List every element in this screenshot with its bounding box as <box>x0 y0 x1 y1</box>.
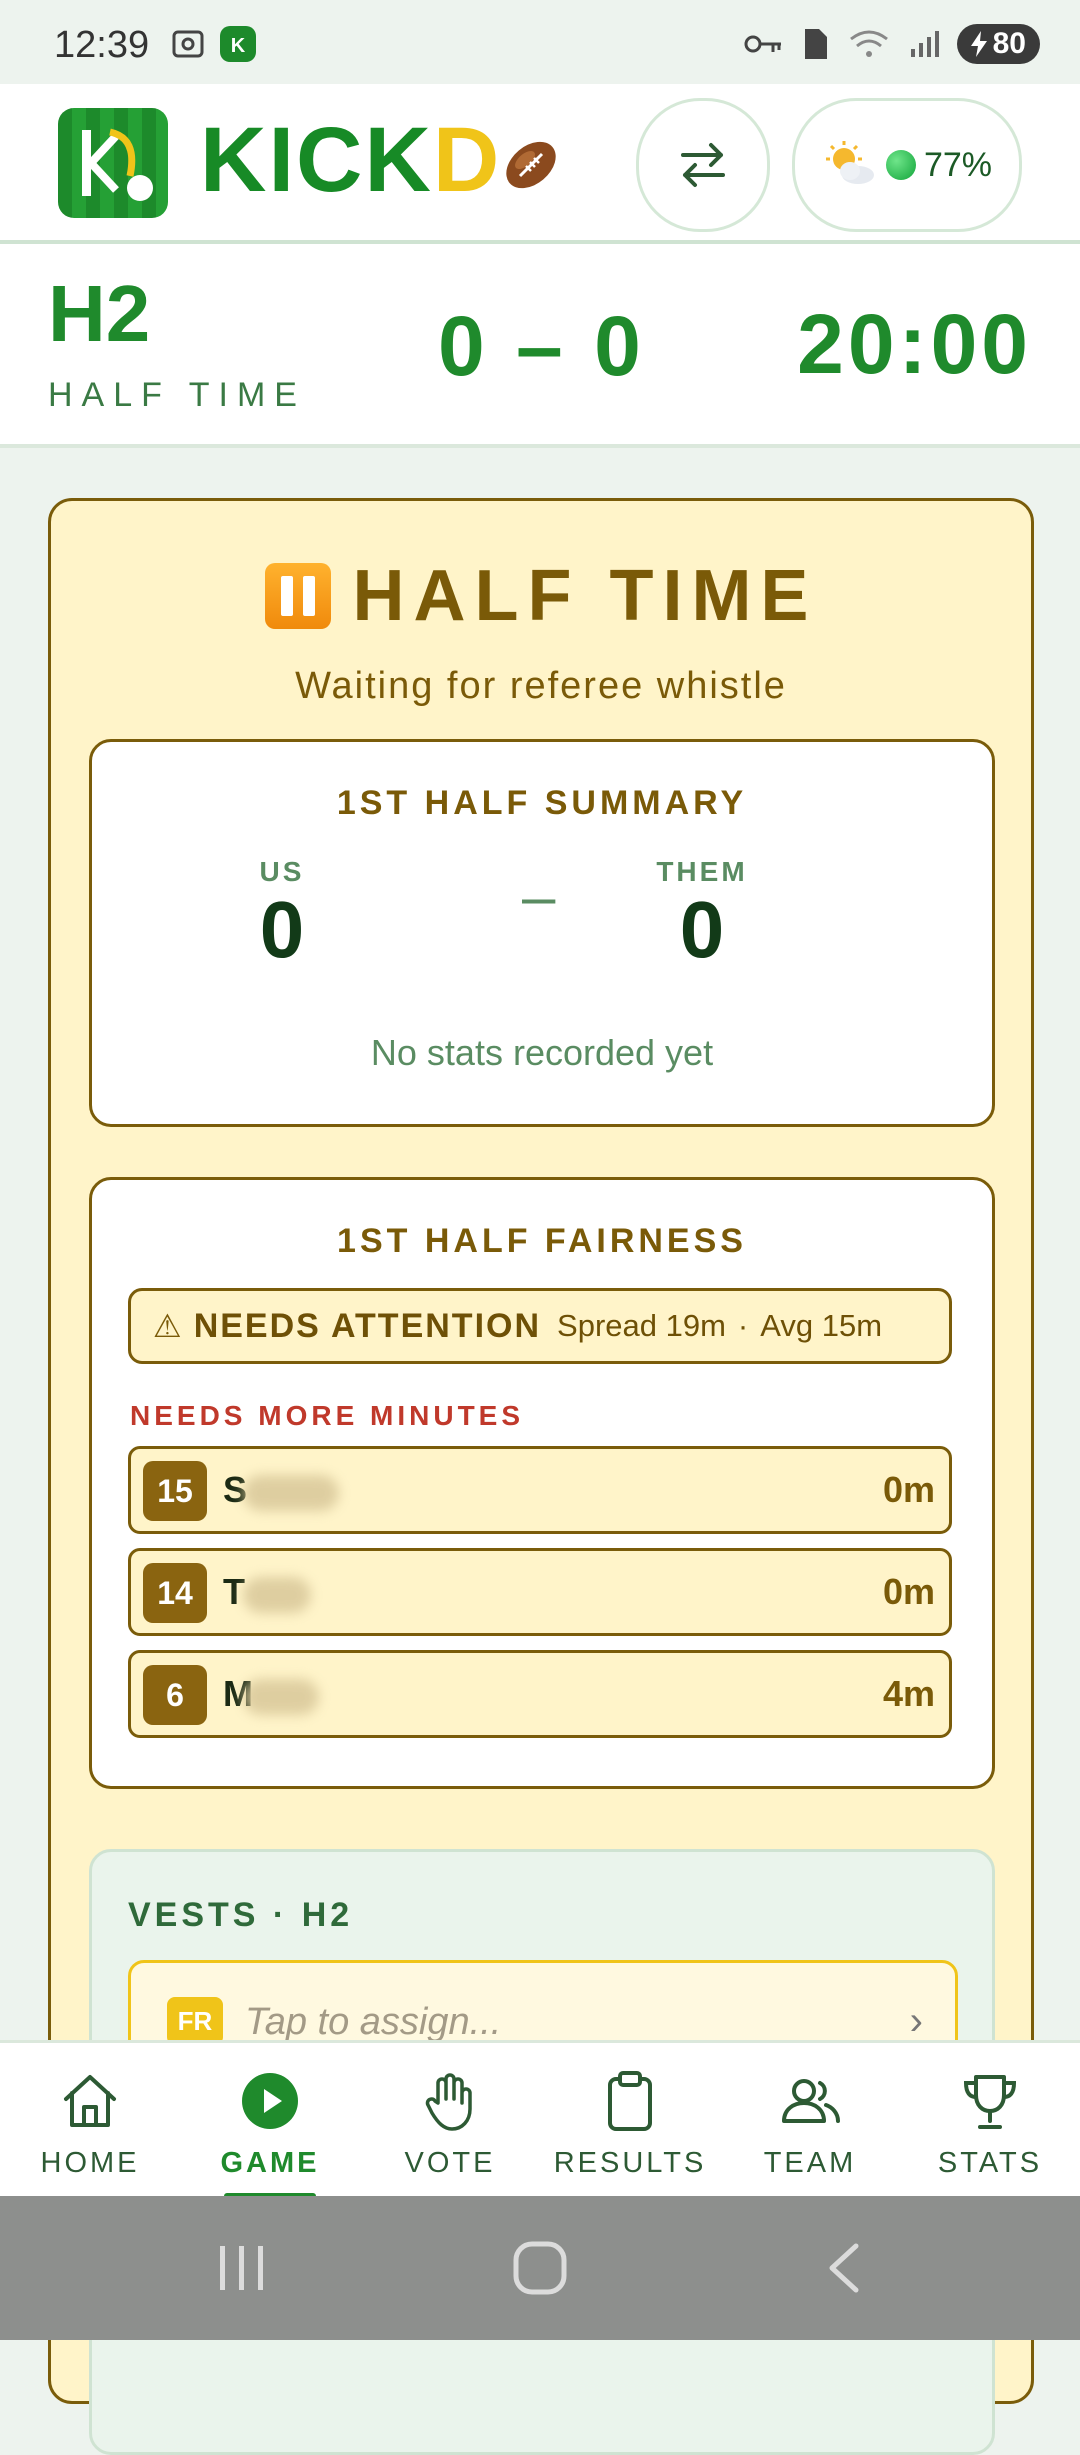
player-row[interactable]: 15 S 0m <box>128 1446 952 1534</box>
them-score: 0 <box>679 885 725 974</box>
nav-label: HOME <box>40 2147 140 2179</box>
brand-main: KICK <box>200 109 433 211</box>
player-row[interactable]: 14 T 0m <box>128 1548 952 1636</box>
fairness-dot: · <box>737 1308 749 1343</box>
sim-icon <box>804 29 827 59</box>
first-half-fairness-card: 1ST HALF FAIRNESS ⚠ NEEDS ATTENTION Spre… <box>89 1177 995 1789</box>
charging-icon <box>970 31 987 57</box>
vest-placeholder: Tap to assign... <box>245 2001 502 2043</box>
battery-indicator: 80 <box>956 24 1040 64</box>
player-row[interactable]: 6 M 4m <box>128 1650 952 1738</box>
warning-icon: ⚠ <box>153 1308 182 1344</box>
football-icon <box>506 141 556 189</box>
team-icon <box>782 2079 840 2123</box>
nav-game[interactable]: GAME <box>180 2043 360 2199</box>
score-display: 0 – 0 <box>438 299 645 393</box>
nav-label: VOTE <box>404 2147 496 2179</box>
us-label: US <box>259 856 305 887</box>
system-navigation-bar <box>0 2196 1080 2340</box>
redacted-name <box>243 1475 339 1511</box>
hand-icon <box>425 2073 472 2131</box>
nav-label: RESULTS <box>553 2147 707 2179</box>
player-name: T <box>223 1571 245 1612</box>
status-time: 12:39 <box>54 24 150 66</box>
status-bar: 12:39 K 80 <box>0 0 1080 84</box>
app-notification-icon: K <box>220 26 256 62</box>
nav-home[interactable]: HOME <box>0 2043 180 2199</box>
brand-wordmark: KICKD <box>200 114 501 206</box>
period-label: H2 <box>48 269 151 358</box>
vest-badge: FR <box>167 1997 223 2045</box>
clipboard-icon <box>608 2071 652 2131</box>
halftime-subtitle: Waiting for referee whistle <box>295 665 787 707</box>
fairness-spread: Spread 19m <box>557 1308 726 1343</box>
swap-icon <box>681 143 725 187</box>
app-header: KICKD 77% <box>0 84 1080 244</box>
home-icon <box>64 2075 116 2127</box>
trophy-icon <box>963 2075 1017 2129</box>
status-dot-icon <box>885 150 916 180</box>
back-icon[interactable] <box>824 2240 864 2296</box>
nav-label: STATS <box>937 2147 1043 2179</box>
svg-text:K: K <box>231 35 246 57</box>
recents-icon[interactable] <box>216 2240 268 2296</box>
fairness-alert: ⚠ NEEDS ATTENTION Spread 19m · Avg 15m <box>128 1288 952 1364</box>
nav-results[interactable]: RESULTS <box>540 2043 720 2199</box>
fairness-status: NEEDS ATTENTION <box>193 1306 542 1345</box>
nav-team[interactable]: TEAM <box>720 2043 900 2199</box>
no-stats-message: No stats recorded yet <box>370 1032 714 1073</box>
signal-icon <box>910 31 939 57</box>
weather-button[interactable]: 77% <box>792 98 1022 232</box>
period-status: HALF TIME <box>48 376 306 414</box>
player-minutes: 0m <box>882 1571 935 1612</box>
home-system-icon[interactable] <box>512 2240 568 2296</box>
halftime-title: HALF TIME <box>352 556 818 636</box>
redacted-name <box>243 1679 319 1715</box>
nav-label: GAME <box>220 2147 320 2179</box>
summary-heading: 1ST HALF SUMMARY <box>336 784 748 822</box>
redacted-name <box>243 1577 311 1613</box>
score-separator: – <box>522 863 556 930</box>
wifi-icon <box>849 30 888 57</box>
vests-heading: VESTS · H2 <box>128 1896 354 1934</box>
jersey-number: 6 <box>143 1665 207 1725</box>
weather-percent: 77% <box>923 145 993 184</box>
pause-icon <box>264 563 331 629</box>
needs-more-minutes-label: NEEDS MORE MINUTES <box>130 1400 525 1431</box>
nav-vote[interactable]: VOTE <box>360 2043 540 2199</box>
nav-label: TEAM <box>763 2147 857 2179</box>
player-minutes: 4m <box>882 1673 935 1714</box>
screenshot-icon <box>172 30 204 58</box>
swap-button[interactable] <box>636 98 770 232</box>
battery-level: 80 <box>992 27 1026 60</box>
game-clock[interactable]: 20:00 <box>797 302 1032 386</box>
jersey-number: 14 <box>143 1563 207 1623</box>
bottom-nav: HOME GAME VOTE RESULTS TEAM STATS <box>0 2040 1080 2199</box>
scoreboard: H2 HALF TIME 0 – 0 20:00 <box>0 244 1080 448</box>
nav-stats[interactable]: STATS <box>900 2043 1080 2199</box>
chevron-right-icon: › <box>909 1999 923 2043</box>
jersey-number: 15 <box>143 1461 207 1521</box>
them-label: THEM <box>656 856 748 887</box>
brand-accent: D <box>432 109 502 211</box>
first-half-summary-card: 1ST HALF SUMMARY US 0 – THEM 0 No stats … <box>89 739 995 1127</box>
key-icon <box>744 35 781 53</box>
play-icon <box>242 2073 298 2129</box>
logo-icon[interactable] <box>58 108 168 218</box>
fairness-avg: Avg 15m <box>760 1308 883 1343</box>
fairness-heading: 1ST HALF FAIRNESS <box>337 1222 747 1260</box>
player-minutes: 0m <box>882 1469 935 1510</box>
weather-icon <box>825 141 874 184</box>
us-score: 0 <box>259 885 305 974</box>
